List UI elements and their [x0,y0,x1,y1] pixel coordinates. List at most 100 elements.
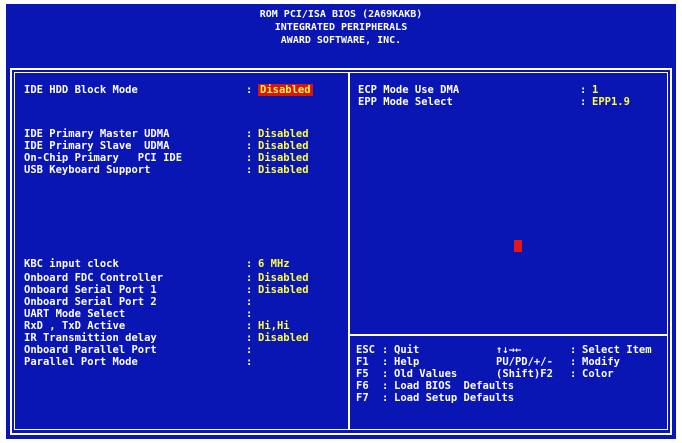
help-separator: : [570,344,577,356]
help-key: F5 [356,368,369,380]
page-title: INTEGRATED PERIPHERALS [274,22,408,33]
frame-bottom-inner [14,429,668,430]
setting-row[interactable]: Onboard Serial Port 1: Disabled [24,284,344,296]
setting-separator: : [246,320,253,332]
help-row: F5: Old Values (Shift)F2: Color [356,368,664,380]
frame-top-outer [10,68,672,70]
setting-separator: : [246,344,253,356]
help-key: (Shift)F2 [496,368,553,380]
help-description: Help [394,356,420,368]
setting-separator: : [246,284,253,296]
setting-label: IR Transmittion delay [24,332,157,344]
setting-separator: : [246,128,253,140]
setting-row[interactable]: Onboard Serial Port 2: [24,296,344,308]
help-row: F6: Load BIOS Defaults [356,380,664,392]
setting-value-selected[interactable]: Disabled [258,84,313,96]
setting-label: On-Chip Primary PCI IDE [24,152,183,164]
setting-value[interactable]: Disabled [258,284,309,296]
bios-title: ROM PCI/ISA BIOS (2A69KAKB) [259,9,423,20]
frame-left-inner [14,72,15,430]
setting-value[interactable]: EPP1.9 [592,96,630,108]
setting-value[interactable]: 1 [592,84,598,96]
help-row: ESC: Quit ↑↓→←: Select Item [356,344,664,356]
help-description: Color [582,368,614,380]
setting-label: EPP Mode Select [358,96,453,108]
setting-row[interactable]: Parallel Port Mode: [24,356,344,368]
help-key: F7 [356,392,369,404]
setting-separator: : [580,84,587,96]
help-key: PU/PD/+/- [496,356,553,368]
frame-right-outer [670,68,672,435]
frame-divider-help [350,334,668,336]
setting-row[interactable]: IDE HDD Block Mode: Disabled [24,84,344,96]
help-row: F7: Load Setup Defaults [356,392,664,404]
setting-label: Onboard Parallel Port [24,344,157,356]
help-separator: : [382,368,389,380]
setting-row[interactable]: EPP Mode Select: EPP1.9 [358,96,664,108]
frame-left-outer [10,68,12,435]
help-separator: : [570,368,577,380]
help-separator: : [382,380,389,392]
help-description: Select Item [582,344,652,356]
setting-label: KBC input clock [24,258,119,270]
frame-divider-vertical [348,72,350,430]
setting-value[interactable]: Disabled [258,152,309,164]
setting-separator: : [580,96,587,108]
setting-label: Onboard Serial Port 1 [24,284,157,296]
setting-separator: : [246,140,253,152]
setting-row[interactable]: On-Chip Primary PCI IDE: Disabled [24,152,344,164]
frame-right-inner [667,72,668,430]
setting-value[interactable]: Disabled [258,272,309,284]
cursor-block [514,240,522,252]
setting-label: IDE Primary Slave UDMA [24,140,170,152]
setting-value[interactable]: Hi,Hi [258,320,290,332]
help-separator: : [382,356,389,368]
setting-separator: : [246,152,253,164]
help-key: F1 [356,356,369,368]
setting-row[interactable]: ECP Mode Use DMA:1 [358,84,664,96]
setting-row[interactable]: IDE Primary Master UDMA: Disabled [24,128,344,140]
help-key: ↑↓→← [496,344,522,356]
setting-value[interactable]: Disabled [258,164,309,176]
setting-value[interactable]: Disabled [258,140,309,152]
help-description: Load BIOS Defaults [394,380,515,392]
setting-value[interactable]: 6 MHz [258,258,290,270]
setting-separator: : [246,272,253,284]
setting-row[interactable]: IDE Primary Slave UDMA: Disabled [24,140,344,152]
frame-bottom-outer [10,433,672,435]
setting-label: Onboard Serial Port 2 [24,296,157,308]
setting-value[interactable]: Disabled [258,332,309,344]
setting-value[interactable]: Disabled [258,128,309,140]
help-key: F6 [356,380,369,392]
setting-label: RxD , TxD Active [24,320,126,332]
setting-label: ECP Mode Use DMA [358,84,460,96]
help-separator: : [382,344,389,356]
setting-separator: : [246,84,253,96]
setting-row[interactable]: Onboard FDC Controller: Disabled [24,272,344,284]
help-description: Modify [582,356,620,368]
setting-row[interactable]: UART Mode Select: [24,308,344,320]
setting-row[interactable]: Onboard Parallel Port: [24,344,344,356]
setting-label: Onboard FDC Controller [24,272,164,284]
setting-separator: : [246,332,253,344]
help-row: F1: Help PU/PD/+/-: Modify [356,356,664,368]
bios-header: ROM PCI/ISA BIOS (2A69KAKB) INTEGRATED P… [6,4,676,66]
help-key: ESC [356,344,375,356]
vendor-name: AWARD SOFTWARE, INC. [280,35,402,46]
help-description: Old Values [394,368,458,380]
setting-label: UART Mode Select [24,308,126,320]
setting-label: IDE HDD Block Mode [24,84,138,96]
setting-row[interactable]: RxD , TxD Active: Hi,Hi [24,320,344,332]
frame-top-inner [14,72,668,73]
setting-row[interactable]: IR Transmittion delay: Disabled [24,332,344,344]
bios-screen: ROM PCI/ISA BIOS (2A69KAKB) INTEGRATED P… [6,4,676,439]
help-description: Load Setup Defaults [394,392,515,404]
help-separator: : [570,356,577,368]
setting-separator: : [246,308,253,320]
setting-separator: : [246,356,253,368]
help-description: Quit [394,344,420,356]
setting-row[interactable]: USB Keyboard Support: Disabled [24,164,344,176]
setting-row[interactable]: KBC input clock:6 MHz [24,258,344,270]
setting-separator: : [246,164,253,176]
setting-label: USB Keyboard Support [24,164,151,176]
